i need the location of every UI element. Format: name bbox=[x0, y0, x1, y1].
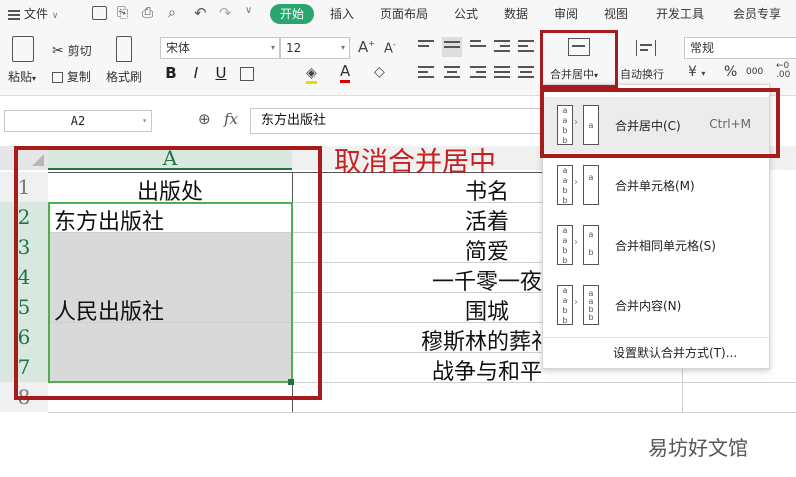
font-name-value: 宋体 bbox=[166, 41, 191, 55]
number-format-select[interactable]: 常规 bbox=[684, 37, 796, 59]
wrap-text-icon bbox=[636, 40, 656, 56]
name-box-value: A2 bbox=[70, 114, 86, 128]
chevron-down-icon: ▾ bbox=[270, 43, 275, 52]
align-center-icon[interactable] bbox=[444, 66, 460, 80]
file-menu-label: 文件 bbox=[24, 7, 49, 21]
undo-icon[interactable]: ↶ bbox=[194, 4, 207, 22]
scissors-icon: ✂ bbox=[52, 43, 64, 59]
copy-label: 复制 bbox=[66, 70, 91, 84]
bold-icon[interactable]: B bbox=[162, 64, 180, 82]
tab-review[interactable]: 审阅 bbox=[554, 4, 578, 24]
wrap-text-button[interactable]: 自动换行 bbox=[618, 32, 674, 84]
format-painter-icon[interactable] bbox=[116, 36, 132, 62]
align-left-icon[interactable] bbox=[418, 66, 434, 80]
increase-decimal-icon[interactable]: ←0.00 bbox=[776, 62, 790, 80]
paste-label: 粘贴 bbox=[8, 70, 33, 84]
merge-cells-icon: a a b b › a bbox=[557, 165, 601, 205]
tab-insert[interactable]: 插入 bbox=[330, 4, 354, 24]
annotation-box-merge-item bbox=[540, 88, 780, 158]
chevron-down-icon: ▾ bbox=[340, 43, 345, 52]
chevron-down-icon: ▾ bbox=[142, 116, 147, 125]
currency-icon[interactable]: ¥ ▾ bbox=[688, 64, 705, 80]
annotation-text: 取消合并居中 bbox=[334, 147, 496, 178]
percent-button[interactable]: % bbox=[724, 64, 737, 80]
font-size-value: 12 bbox=[286, 41, 302, 55]
font-color-icon[interactable]: A bbox=[340, 62, 351, 83]
file-menu[interactable]: 文件 ∨ bbox=[8, 4, 58, 24]
decrease-indent-icon[interactable] bbox=[518, 40, 534, 54]
format-painter-label[interactable]: 格式刷 bbox=[106, 68, 142, 85]
redo-icon[interactable]: ↷ bbox=[219, 4, 232, 22]
export-icon[interactable]: ⎘ bbox=[117, 5, 128, 21]
zoom-icon[interactable]: ⊕ bbox=[198, 110, 211, 128]
paste-button[interactable]: 粘贴▾ bbox=[8, 68, 36, 85]
menu-item-merge-same[interactable]: a a b b › a b 合并相同单元格(S) bbox=[543, 217, 769, 273]
chevron-down-icon: ∨ bbox=[51, 11, 59, 21]
align-bottom-icon[interactable] bbox=[470, 40, 486, 54]
increase-indent-icon[interactable] bbox=[494, 40, 510, 54]
font-size-select[interactable]: 12 ▾ bbox=[280, 37, 350, 59]
decrease-font-icon[interactable]: A- bbox=[384, 40, 396, 56]
watermark: 易坊好文馆 bbox=[648, 436, 748, 460]
ribbon: 文件 ∨ ⎘ ⎙ ⌕ ↶ ↷ ∨ 开始 插入 页面布局 公式 数据 审阅 视图 … bbox=[0, 0, 796, 96]
print-icon[interactable]: ⎙ bbox=[142, 5, 153, 21]
fx-button[interactable]: fx bbox=[224, 110, 238, 128]
menu-item-merge-content[interactable]: a a b b › a a b b 合并内容(N) bbox=[543, 277, 769, 333]
save-icon[interactable] bbox=[92, 6, 107, 20]
menu-item-label: 合并单元格(M) bbox=[615, 179, 695, 193]
underline-icon[interactable]: U bbox=[212, 64, 230, 82]
align-right-icon[interactable] bbox=[470, 66, 486, 80]
clear-format-icon[interactable]: ◇ bbox=[374, 64, 385, 80]
menu-icon bbox=[8, 9, 20, 20]
thousands-separator-button[interactable]: 000 bbox=[746, 67, 763, 77]
tab-home[interactable]: 开始 bbox=[270, 4, 315, 24]
paste-icon[interactable] bbox=[12, 36, 34, 62]
menu-item-label: 合并内容(N) bbox=[615, 299, 682, 313]
copy-icon bbox=[52, 72, 63, 83]
cut-label: 剪切 bbox=[67, 44, 92, 58]
formula-input[interactable]: 东方出版社 bbox=[250, 108, 550, 134]
font-name-select[interactable]: 宋体 ▾ bbox=[160, 37, 280, 59]
merge-same-icon: a a b b › a b bbox=[557, 225, 601, 265]
tab-developer[interactable]: 开发工具 bbox=[656, 4, 704, 24]
borders-icon[interactable] bbox=[240, 67, 254, 81]
chevron-down-icon: ▾ bbox=[32, 74, 37, 83]
tab-page-layout[interactable]: 页面布局 bbox=[380, 4, 428, 24]
justify-icon[interactable] bbox=[494, 66, 510, 80]
tab-member[interactable]: 会员专享 bbox=[733, 4, 781, 24]
menu-item-label: 合并相同单元格(S) bbox=[615, 239, 716, 253]
number-format-value: 常规 bbox=[690, 41, 715, 55]
increase-font-icon[interactable]: A+ bbox=[358, 38, 375, 56]
menu-item-merge-cells[interactable]: a a b b › a 合并单元格(M) bbox=[543, 157, 769, 213]
menu-item-default-merge-setting[interactable]: 设置默认合并方式(T)... bbox=[613, 344, 737, 361]
name-box[interactable]: A2 ▾ bbox=[4, 110, 152, 132]
italic-icon[interactable]: I bbox=[187, 64, 205, 82]
annotation-box-merge-button bbox=[540, 30, 618, 88]
copy-button[interactable]: 复制 bbox=[52, 68, 91, 85]
wrap-text-label: 自动换行 bbox=[620, 68, 664, 81]
annotation-box-column bbox=[14, 146, 322, 400]
tab-data[interactable]: 数据 bbox=[504, 4, 528, 24]
distribute-icon[interactable] bbox=[518, 66, 534, 80]
tab-formulas[interactable]: 公式 bbox=[454, 4, 478, 24]
print-preview-icon[interactable]: ⌕ bbox=[168, 5, 176, 21]
fill-color-icon[interactable]: ◈ bbox=[306, 65, 317, 84]
menu-divider bbox=[543, 337, 769, 338]
align-top-icon[interactable] bbox=[418, 40, 434, 54]
tab-view[interactable]: 视图 bbox=[604, 4, 628, 24]
align-middle-icon[interactable] bbox=[442, 37, 462, 57]
quick-access-more-icon[interactable]: ∨ bbox=[245, 5, 252, 16]
merge-content-icon: a a b b › a a b b bbox=[557, 285, 601, 325]
cut-button[interactable]: ✂ 剪切 bbox=[52, 42, 92, 59]
